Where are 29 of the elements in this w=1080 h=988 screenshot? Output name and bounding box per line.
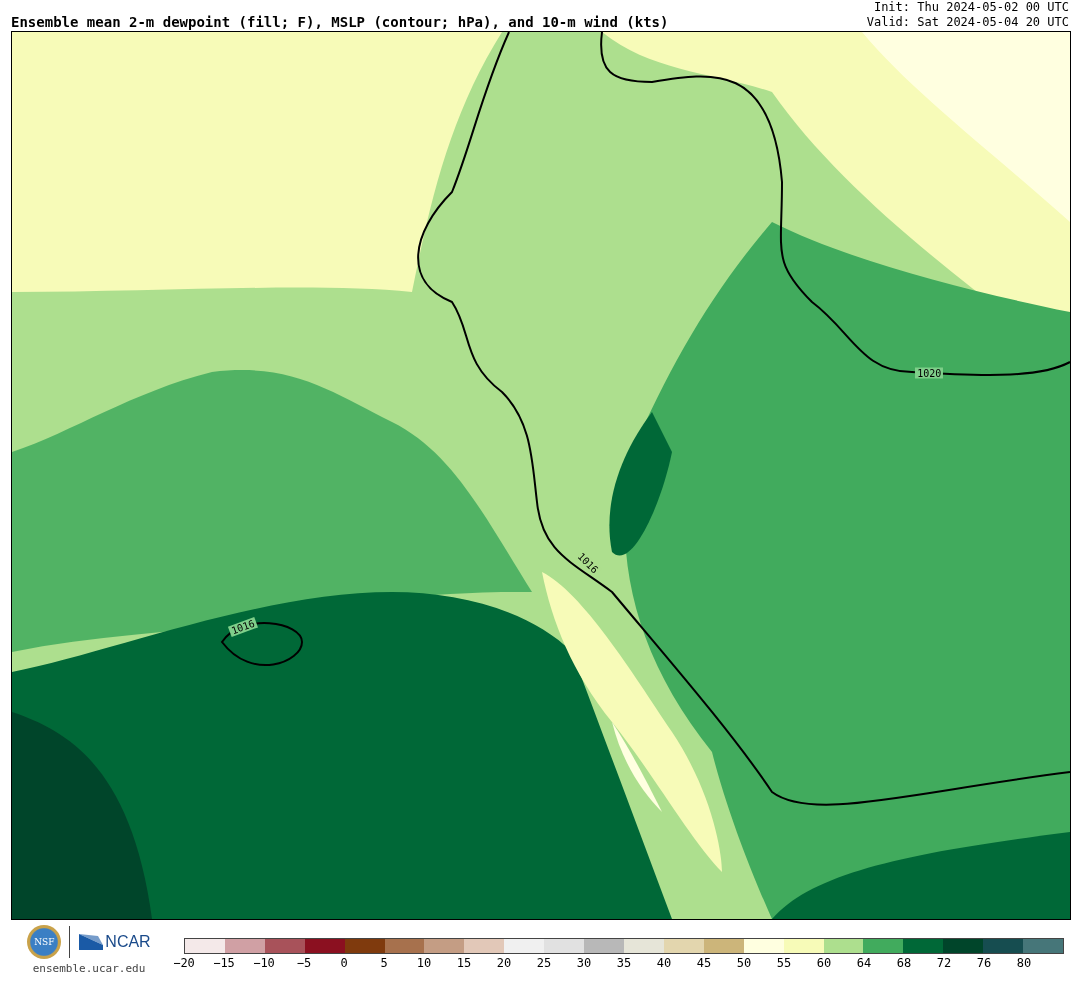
scale-tick-label: 20 <box>496 956 512 970</box>
ncar-logo: NCAR <box>78 933 151 951</box>
scale-tick-label: 60 <box>816 956 832 970</box>
scale-tick-label: −10 <box>253 956 275 970</box>
scale-tick-label: 55 <box>776 956 792 970</box>
scale-tick-label: 15 <box>456 956 472 970</box>
init-time: Init: Thu 2024-05-02 00 UTC <box>872 0 1069 15</box>
scale-tick-label: −20 <box>173 956 195 970</box>
contour-label: 1020 <box>915 367 944 379</box>
nsf-logo: NSF <box>27 925 62 959</box>
scale-tick-label: 25 <box>536 956 552 970</box>
scale-tick-label: −5 <box>296 956 312 970</box>
scale-tick-label: 35 <box>616 956 632 970</box>
scale-tick-label: 45 <box>696 956 712 970</box>
chart-title: Ensemble mean 2-m dewpoint (fill; F), MSLP (contour; hPa), and 10-m wind (kts) <box>11 14 669 30</box>
scale-tick-label: 50 <box>736 956 752 970</box>
scale-tick-label: 80 <box>1016 956 1032 970</box>
scale-tick-label: 5 <box>380 956 388 970</box>
scale-tick-label: 10 <box>416 956 432 970</box>
scale-tick-label: 0 <box>340 956 348 970</box>
scale-tick-label: 40 <box>656 956 672 970</box>
scale-tick-label: 68 <box>896 956 912 970</box>
scale-tick-label: 76 <box>976 956 992 970</box>
valid-time: Valid: Sat 2024-05-04 20 UTC <box>866 15 1069 30</box>
site-url: ensemble.ucar.edu <box>32 962 146 975</box>
scale-tick-label: −15 <box>213 956 235 970</box>
scale-tick-label: 64 <box>856 956 872 970</box>
scale-tick-label: 30 <box>576 956 592 970</box>
scale-tick-label: 72 <box>936 956 952 970</box>
